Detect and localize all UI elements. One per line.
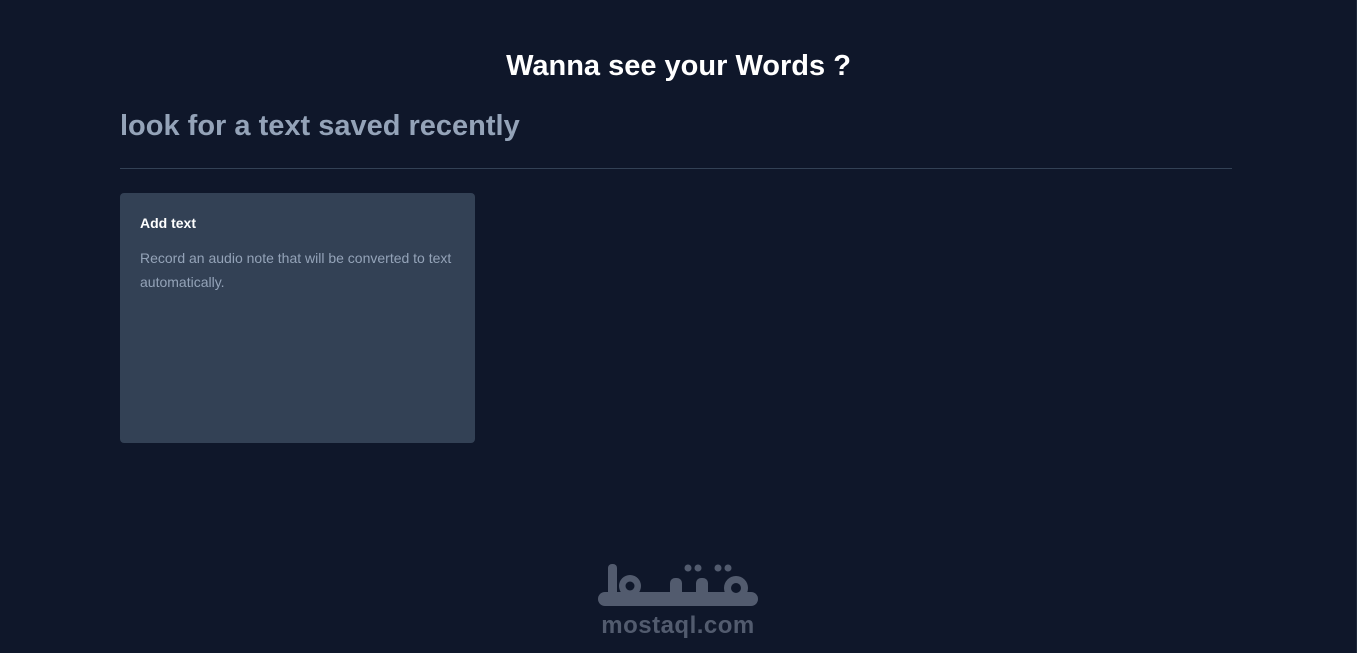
app-window: Wanna see your Words ? Add text Record a… [0,0,1357,653]
card-description: Record an audio note that will be conver… [140,250,452,290]
page-title: Wanna see your Words ? [506,50,851,82]
mostaql-logo-icon [598,564,758,606]
card-title: Add text [140,215,196,231]
watermark: mostaql.com [578,560,778,644]
watermark-site-text: mostaql.com [601,612,755,639]
divider [120,168,1232,169]
add-text-card[interactable]: Add text Record an audio note that will … [120,193,475,443]
search-input[interactable] [120,104,1232,148]
